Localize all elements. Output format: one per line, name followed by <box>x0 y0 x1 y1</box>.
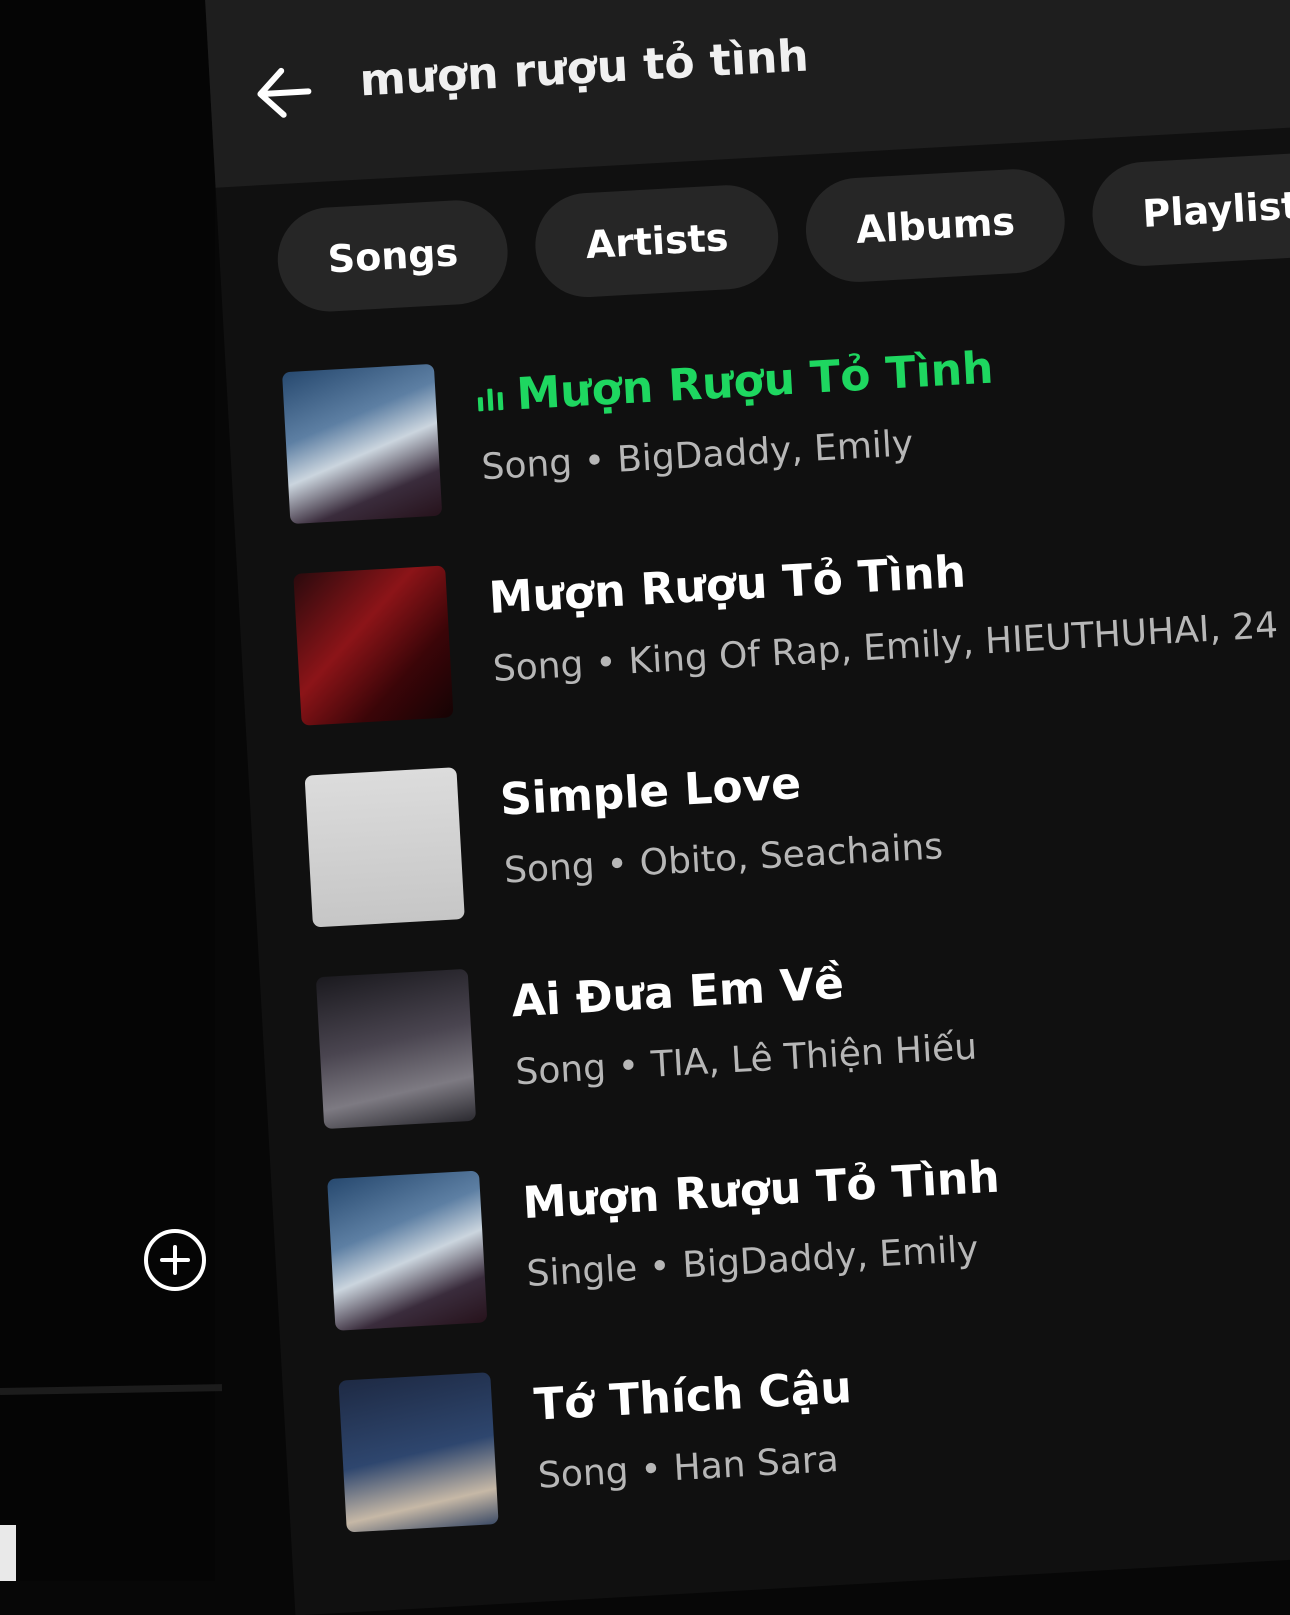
search-input[interactable]: mượn rượu tỏ tình <box>358 30 809 106</box>
filter-artists[interactable]: Artists <box>532 182 782 300</box>
track-artists: King Of Rap, Emily, HIEUTHUHAI, 24 <box>627 605 1280 683</box>
list-item[interactable]: Simple Love Song • Obito, Seachains <box>304 716 1290 935</box>
list-item[interactable]: Tớ Thích Cậu Song • Han Sara <box>338 1322 1290 1541</box>
side-panel <box>0 0 215 1581</box>
filter-albums[interactable]: Albums <box>803 166 1068 285</box>
plus-circle-icon[interactable] <box>144 1229 206 1291</box>
album-art <box>327 1170 488 1331</box>
list-item[interactable]: Ai Đưa Em Về Song • TIA, Lê Thiện Hiếu <box>315 918 1290 1137</box>
separator-dot: • <box>648 1246 672 1289</box>
track-type: Song <box>480 442 574 489</box>
track-artists: TIA, Lê Thiện Hiếu <box>649 1026 979 1086</box>
equalizer-icon <box>477 384 504 412</box>
track-artists: BigDaddy, Emily <box>681 1228 980 1287</box>
album-art <box>282 363 443 525</box>
album-art <box>338 1372 499 1533</box>
track-type: Song <box>491 643 585 690</box>
album-art <box>293 565 454 726</box>
list-item[interactable]: Mượn Rượu Tỏ Tình Song • King Of Rap, Emil… <box>293 515 1290 734</box>
separator-dot: • <box>594 642 618 685</box>
list-item[interactable]: Mượn Rượu Tỏ Tình Song • BigDaddy, Emily <box>282 313 1290 532</box>
track-title: Mượn Rượu Tỏ Tình <box>521 1151 1001 1230</box>
list-item[interactable]: Mượn Rượu Tỏ Tình Single • BigDaddy, Emily <box>327 1120 1290 1339</box>
track-subtitle: Song • Obito, Seachains <box>503 826 944 891</box>
track-title: Mượn Rượu Tỏ Tình <box>476 342 995 423</box>
track-subtitle: Song • King Of Rap, Emily, HIEUTHUHAI, 24 <box>492 605 1279 690</box>
search-results-panel: mượn rượu tỏ tình Songs Artists Albums P… <box>205 0 1290 1615</box>
arrow-left-icon[interactable] <box>247 56 321 130</box>
track-subtitle: Song • Han Sara <box>537 1439 840 1497</box>
track-artists: Han Sara <box>672 1438 840 1490</box>
track-subtitle: Single • BigDaddy, Emily <box>526 1229 980 1295</box>
track-title: Simple Love <box>498 757 803 826</box>
track-type: Single <box>525 1247 639 1295</box>
separator-dot: • <box>616 1045 641 1088</box>
track-artists: BigDaddy, Emily <box>616 423 915 481</box>
album-art <box>315 968 477 1130</box>
track-title: Tớ Thích Cậu <box>532 1362 854 1431</box>
track-type: Song <box>503 845 596 892</box>
track-subtitle: Song • BigDaddy, Emily <box>481 423 915 488</box>
separator-dot: • <box>605 843 629 886</box>
track-subtitle: Song • TIA, Lê Thiện Hiếu <box>514 1027 978 1094</box>
filter-songs[interactable]: Songs <box>274 197 511 315</box>
track-title-text: Mượn Rượu Tỏ Tình <box>515 342 995 421</box>
filter-playlists[interactable]: Playlists <box>1089 149 1290 269</box>
search-bar: mượn rượu tỏ tình <box>205 0 1290 188</box>
track-artists: Obito, Seachains <box>638 826 944 885</box>
track-type: Song <box>536 1450 630 1497</box>
track-type: Song <box>514 1047 608 1094</box>
track-title: Mượn Rượu Tỏ Tình <box>487 546 968 625</box>
side-partial-glyph <box>0 1525 16 1581</box>
separator-dot: • <box>639 1448 663 1491</box>
track-title: Ai Đưa Em Về <box>510 957 846 1028</box>
separator-dot: • <box>582 440 607 483</box>
album-art <box>304 767 465 928</box>
